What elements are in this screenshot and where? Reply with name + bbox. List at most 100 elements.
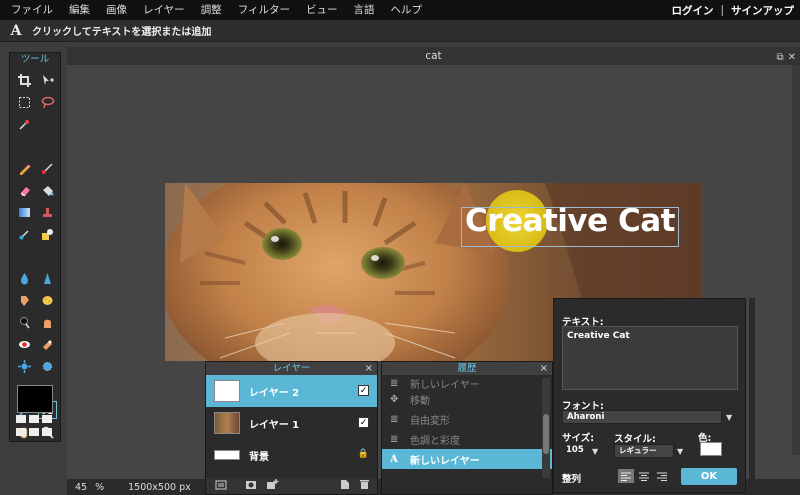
dodge-icon[interactable] (13, 311, 36, 333)
document-scrollbar[interactable] (792, 65, 800, 455)
grid-cell (29, 415, 39, 423)
bloat-icon[interactable] (13, 355, 36, 377)
style-label: スタイル: (614, 434, 656, 445)
sharpen-icon[interactable] (36, 267, 59, 289)
layer-mask-icon[interactable] (245, 480, 257, 493)
pinch-icon[interactable] (36, 355, 59, 377)
menu-file[interactable]: ファイル (0, 0, 61, 20)
zoom-value[interactable]: 45 (75, 482, 87, 493)
tool-spacer (13, 377, 36, 385)
tool-spacer (13, 245, 36, 253)
gradient-icon[interactable] (13, 201, 36, 223)
maximize-icon[interactable]: ⧉ (776, 49, 783, 67)
tool-spacer (36, 377, 59, 385)
sponge-icon[interactable] (36, 289, 59, 311)
layer-row[interactable]: 背景 🔒 (206, 439, 377, 471)
chevron-down-icon[interactable]: ▼ (726, 413, 732, 422)
panel-scrollbar[interactable] (749, 298, 755, 495)
move-icon: ✥ (390, 393, 399, 405)
pencil-icon[interactable] (13, 157, 36, 179)
auth-links: ログイン | サインアップ (671, 0, 794, 20)
text-input[interactable]: Creative Cat (562, 326, 738, 390)
visibility-checkbox[interactable]: ✓ (358, 417, 369, 428)
grid-cell (42, 427, 52, 436)
layer-name: 背景 (249, 451, 269, 463)
history-item[interactable]: ≣ 自由変形 (382, 409, 552, 429)
style-select[interactable]: レギュラー (614, 444, 674, 458)
menu-image[interactable]: 画像 (98, 0, 135, 20)
history-title-text: 履歴 (457, 363, 477, 374)
color-replace-icon[interactable] (13, 223, 36, 245)
foreground-color-swatch[interactable] (17, 385, 53, 413)
marquee-icon[interactable] (13, 91, 36, 113)
red-eye-icon[interactable] (13, 333, 36, 355)
menu-language[interactable]: 言語 (345, 0, 382, 20)
paint-bucket-icon[interactable] (36, 179, 59, 201)
history-item[interactable]: ≣ 新しいレイヤー (382, 377, 552, 390)
new-layer-icon[interactable] (266, 479, 279, 493)
signup-link[interactable]: サインアップ (731, 3, 794, 18)
text-color-swatch[interactable] (700, 442, 722, 456)
ok-button[interactable]: OK (681, 468, 737, 485)
toolbox: ツール (9, 52, 61, 442)
canvas-text[interactable]: Creative Cat (465, 203, 675, 239)
menu-layer[interactable]: レイヤー (135, 0, 193, 20)
magic-wand-icon[interactable] (13, 113, 36, 135)
chevron-down-icon[interactable]: ▼ (592, 447, 598, 456)
spot-heal-icon[interactable] (36, 333, 59, 355)
duplicate-layer-icon[interactable] (339, 479, 350, 493)
menu-adjust[interactable]: 調整 (193, 0, 230, 20)
font-select[interactable]: Aharoni (562, 410, 722, 424)
close-icon[interactable]: × (365, 362, 373, 375)
align-buttons (618, 469, 670, 483)
layer-thumbnail (214, 412, 240, 434)
layers-toolbar (206, 478, 377, 494)
menu-bar: ファイル 編集 画像 レイヤー 調整 フィルター ビュー 言語 ヘルプ ログイン… (0, 0, 800, 20)
burn-icon[interactable] (36, 311, 59, 333)
eraser-icon[interactable] (13, 179, 36, 201)
tool-spacer (36, 245, 59, 253)
brush-icon[interactable] (36, 157, 59, 179)
layer-row[interactable]: レイヤー 1 ✓ (206, 407, 377, 439)
lasso-icon[interactable] (36, 91, 59, 113)
toolbox-title: ツール (20, 54, 50, 65)
crop-icon[interactable] (13, 69, 36, 91)
smudge-icon[interactable] (13, 289, 36, 311)
size-label: サイズ: (562, 433, 595, 444)
visibility-checkbox[interactable]: ✓ (358, 385, 369, 396)
history-panel: 履歴 × ≣ 新しいレイヤー ✥ 移動 ≣ 自由変形 ≣ 色調と彩度 A 新しい… (381, 361, 553, 495)
grid-icon[interactable] (16, 415, 56, 437)
history-item[interactable]: ✥ 移動 (382, 389, 552, 409)
tool-spacer (36, 135, 59, 143)
adjust-icon: ≣ (390, 433, 399, 445)
align-left-icon[interactable] (618, 469, 634, 483)
stamp-icon[interactable] (36, 201, 59, 223)
history-item-label: 新しいレイヤー (410, 455, 480, 467)
history-item[interactable]: ≣ 色調と彩度 (382, 429, 552, 449)
align-right-icon[interactable] (654, 469, 670, 483)
options-bar: A クリックしてテキストを選択または追加 (0, 20, 800, 42)
menu-view[interactable]: ビュー (298, 0, 346, 20)
move-icon[interactable] (36, 69, 59, 91)
menu-help[interactable]: ヘルプ (382, 0, 430, 20)
trash-icon[interactable] (359, 479, 370, 493)
layer-row[interactable]: レイヤー 2 ✓ (206, 375, 377, 407)
auth-separator: | (720, 4, 724, 16)
menu-edit[interactable]: 編集 (61, 0, 98, 20)
chevron-down-icon[interactable]: ▼ (677, 447, 683, 456)
text-tool-icon: A (10, 22, 22, 39)
drawing-icon[interactable] (36, 223, 59, 245)
login-link[interactable]: ログイン (671, 3, 713, 18)
history-scroll-thumb[interactable] (543, 414, 549, 454)
close-icon[interactable]: × (540, 362, 548, 375)
layer-name: レイヤー 1 (249, 419, 300, 431)
layers-title-text: レイヤー (272, 363, 311, 374)
history-item[interactable]: A 新しいレイヤー (382, 449, 552, 469)
history-item-label: 移動 (410, 395, 430, 407)
blur-icon[interactable] (13, 267, 36, 289)
layer-properties-icon[interactable] (215, 480, 227, 493)
align-center-icon[interactable] (636, 469, 652, 483)
menu-filter[interactable]: フィルター (230, 0, 298, 20)
size-input[interactable]: 105 (562, 444, 590, 458)
history-scrollbar[interactable] (542, 378, 550, 478)
